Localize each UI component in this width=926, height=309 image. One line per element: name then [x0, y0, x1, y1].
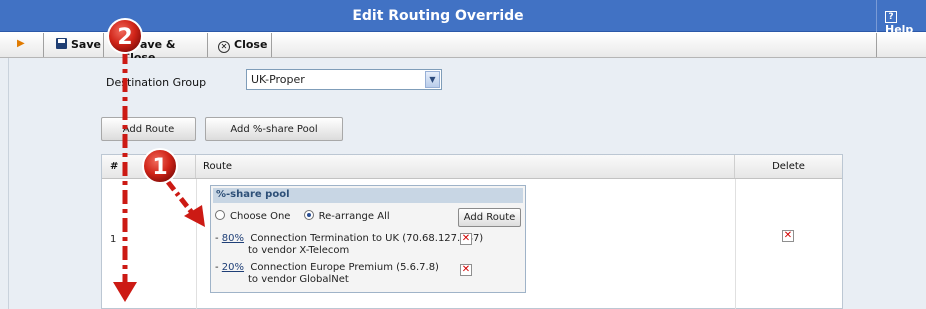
arrowhead-down-icon [113, 282, 137, 302]
annotation-badge-1-number: 1 [152, 155, 167, 180]
diagonal-dashed-arrow [166, 180, 195, 216]
arrowhead-diagonal-icon [184, 205, 205, 227]
annotation-overlay: 2 1 [107, 18, 205, 302]
annotation-badge-2-number: 2 [117, 25, 132, 50]
